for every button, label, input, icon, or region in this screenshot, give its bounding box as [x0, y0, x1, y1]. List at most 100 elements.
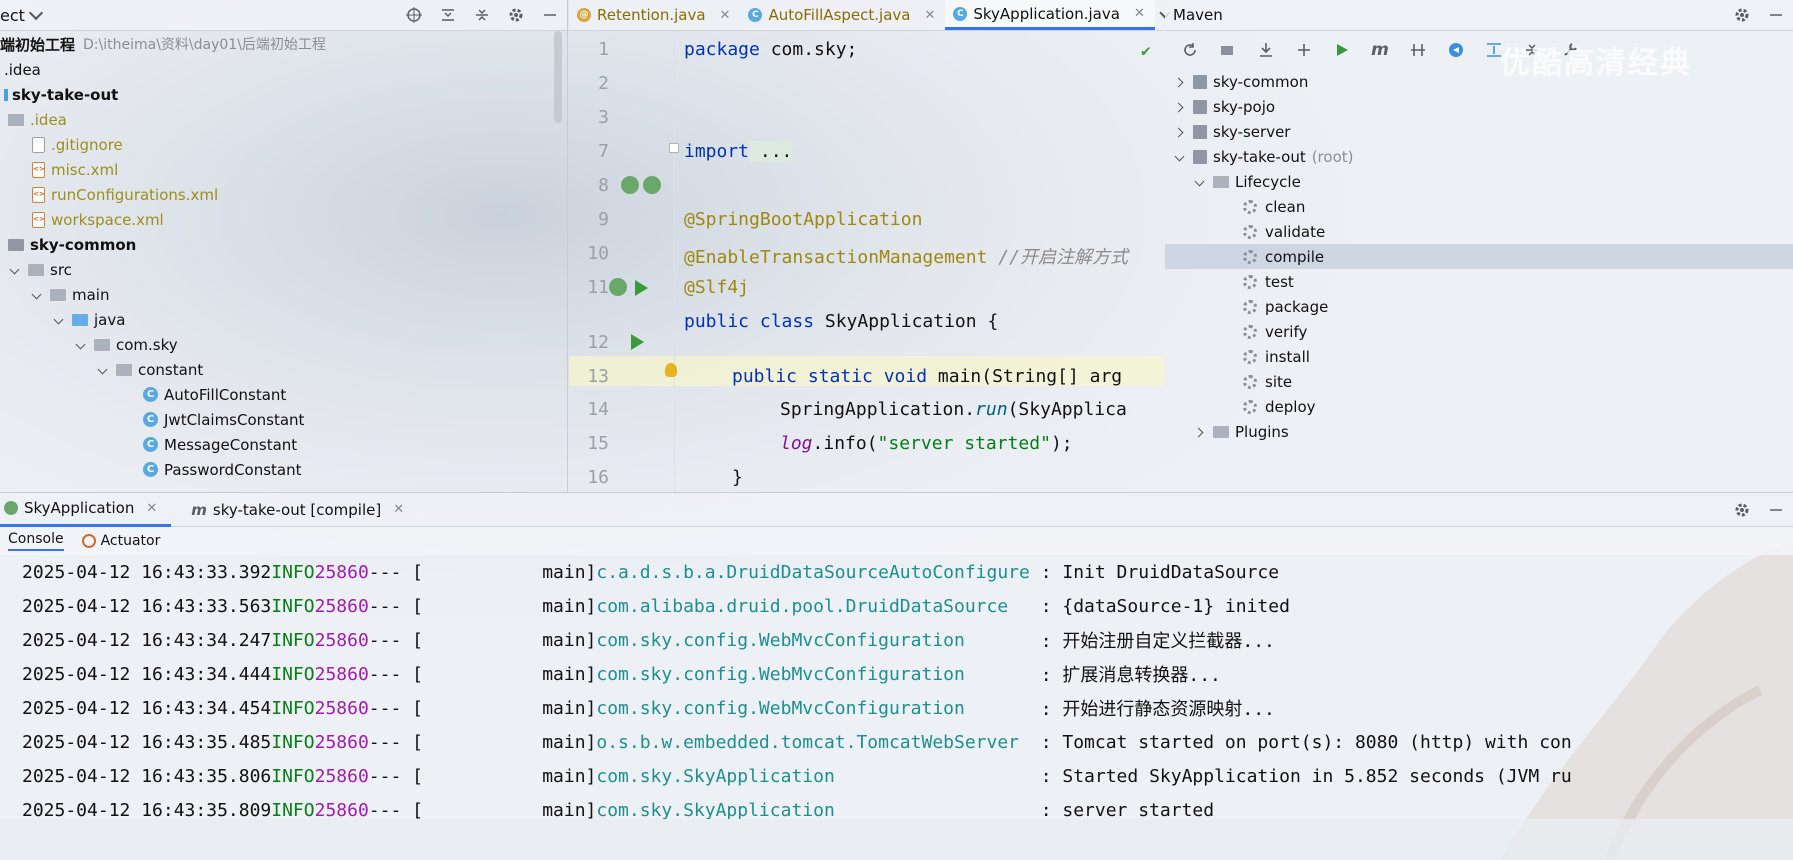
tree-item[interactable]: sky-common — [0, 232, 556, 257]
goal-deploy[interactable]: deploy — [1165, 394, 1793, 419]
skip-tests-icon[interactable] — [1445, 39, 1467, 61]
chevron-down-icon[interactable] — [28, 5, 43, 21]
locate-icon[interactable] — [403, 4, 425, 26]
tab-run-skyapplication[interactable]: SkyApplication ✕ — [0, 493, 172, 527]
project-panel: ect 端初始工程 D:\itheima\资料\day01\后端初始工程 .id… — [0, 0, 568, 492]
goal-install[interactable]: install — [1165, 344, 1793, 369]
toggle-offline-icon[interactable] — [1407, 39, 1429, 61]
console-output[interactable]: 2025-04-12 16:43:33.392 INFO 25860 --- [… — [0, 555, 1793, 820]
log-line: 2025-04-12 16:43:33.563 INFO 25860 --- [… — [22, 595, 1290, 617]
chevron-right-icon[interactable] — [1173, 125, 1187, 139]
gear-icon — [1243, 374, 1257, 389]
maven-module[interactable]: sky-take-out (root) — [1165, 144, 1793, 169]
maven-goal-icon: m — [191, 500, 207, 519]
tab-run-compile[interactable]: m sky-take-out [compile] ✕ — [171, 493, 418, 527]
goal-package[interactable]: package — [1165, 294, 1793, 319]
maven-module[interactable]: sky-pojo — [1165, 94, 1793, 119]
close-icon[interactable]: ✕ — [1134, 6, 1145, 21]
code-line: public class SkyApplication { — [684, 311, 999, 332]
tree-item[interactable]: misc.xml — [0, 157, 556, 182]
tree-item[interactable]: C PasswordConstant — [0, 457, 556, 482]
close-icon[interactable]: ✕ — [720, 8, 731, 23]
minimize-icon[interactable] — [1765, 499, 1787, 521]
chevron-down-icon[interactable] — [96, 363, 110, 377]
tree-item[interactable]: .gitignore — [0, 132, 556, 157]
close-icon[interactable]: ✕ — [924, 8, 935, 23]
code-area[interactable]: 1 2 3 7 8 9 10 11 12 13 14 15 16 ✔ packa… — [569, 31, 1164, 492]
folder-icon — [8, 113, 24, 126]
project-scrollbar[interactable] — [554, 31, 562, 123]
goal-validate[interactable]: validate — [1165, 219, 1793, 244]
run-icon[interactable] — [631, 334, 644, 350]
tree-item[interactable]: main — [0, 282, 556, 307]
fold-icon[interactable] — [669, 143, 679, 153]
gear-icon[interactable] — [1731, 499, 1753, 521]
goal-verify[interactable]: verify — [1165, 319, 1793, 344]
tree-item[interactable]: com.sky — [0, 332, 556, 357]
tree-item[interactable]: .idea — [0, 57, 556, 82]
line-number: 8 — [598, 175, 609, 196]
run-icon[interactable] — [635, 280, 648, 296]
chevron-right-icon[interactable] — [1193, 425, 1207, 439]
tree-item[interactable]: sky-take-out — [0, 82, 556, 107]
folder-icon — [50, 288, 66, 301]
tab-actuator[interactable]: Actuator — [81, 533, 160, 549]
maven-toolbar: m — [1165, 31, 1793, 69]
tree-item[interactable]: C JwtClaimsConstant — [0, 407, 556, 432]
line-number: 12 — [587, 332, 609, 353]
lifecycle-node[interactable]: Lifecycle — [1165, 169, 1793, 194]
tree-root[interactable]: 端初始工程 D:\itheima\资料\day01\后端初始工程 — [0, 31, 556, 57]
add-folder-icon[interactable] — [1217, 39, 1239, 61]
log-line: 2025-04-12 16:43:34.247 INFO 25860 --- [… — [22, 629, 1275, 653]
maven-module[interactable]: sky-server — [1165, 119, 1793, 144]
maven-module[interactable]: sky-common — [1165, 69, 1793, 94]
chevron-down-icon[interactable] — [30, 288, 44, 302]
tree-item[interactable]: C MessageConstant — [0, 432, 556, 457]
gear-icon[interactable] — [505, 4, 527, 26]
line-number: 2 — [598, 73, 609, 94]
tree-item[interactable]: .idea — [0, 107, 556, 132]
goal-test[interactable]: test — [1165, 269, 1793, 294]
lightbulb-icon[interactable] — [665, 363, 677, 377]
chevron-down-icon[interactable] — [74, 338, 88, 352]
plugins-node[interactable]: Plugins — [1165, 419, 1793, 444]
log-line: 2025-04-12 16:43:34.444 INFO 25860 --- [… — [22, 663, 1221, 687]
chevron-down-icon[interactable] — [8, 263, 22, 277]
tab-autofillaspect[interactable]: C AutoFillAspect.java ✕ — [740, 0, 945, 30]
goal-clean[interactable]: clean — [1165, 194, 1793, 219]
chevron-right-icon[interactable] — [1173, 75, 1187, 89]
tree-item[interactable]: src — [0, 257, 556, 282]
project-title[interactable]: ect — [0, 6, 25, 25]
reload-icon[interactable] — [1179, 39, 1201, 61]
tree-item[interactable]: runConfigurations.xml — [0, 182, 556, 207]
close-icon[interactable]: ✕ — [146, 501, 157, 516]
tree-item[interactable]: C AutoFillConstant — [0, 382, 556, 407]
tab-console[interactable]: Console — [8, 531, 64, 551]
chevron-down-icon[interactable] — [1193, 175, 1207, 189]
goal-compile[interactable]: compile — [1165, 244, 1793, 269]
add-icon[interactable] — [1293, 39, 1315, 61]
expand-all-icon[interactable] — [437, 4, 459, 26]
chevron-down-icon[interactable] — [52, 313, 66, 327]
chevron-down-icon[interactable] — [1173, 150, 1187, 164]
collapse-all-icon[interactable] — [471, 4, 493, 26]
minimize-icon[interactable] — [1765, 4, 1787, 26]
goal-site[interactable]: site — [1165, 369, 1793, 394]
tree-item[interactable]: workspace.xml — [0, 207, 556, 232]
run-icon[interactable] — [1331, 39, 1353, 61]
tab-skyapplication[interactable]: C SkyApplication.java ✕ — [945, 0, 1155, 30]
bean-gutter-icon[interactable] — [643, 176, 661, 194]
download-icon[interactable] — [1255, 39, 1277, 61]
close-icon[interactable]: ✕ — [393, 502, 404, 517]
bean-gutter-icon[interactable] — [621, 176, 639, 194]
maven-goal-icon[interactable]: m — [1369, 39, 1391, 61]
tree-item[interactable]: constant — [0, 357, 556, 382]
gear-icon[interactable] — [1731, 4, 1753, 26]
bean-gutter-icon[interactable] — [609, 278, 627, 296]
check-icon: ✔ — [1141, 41, 1151, 60]
line-number: 11 — [587, 277, 609, 298]
tree-item[interactable]: java — [0, 307, 556, 332]
minimize-icon[interactable] — [539, 4, 561, 26]
tab-retention[interactable]: @ Retention.java ✕ — [569, 0, 740, 30]
chevron-right-icon[interactable] — [1173, 100, 1187, 114]
